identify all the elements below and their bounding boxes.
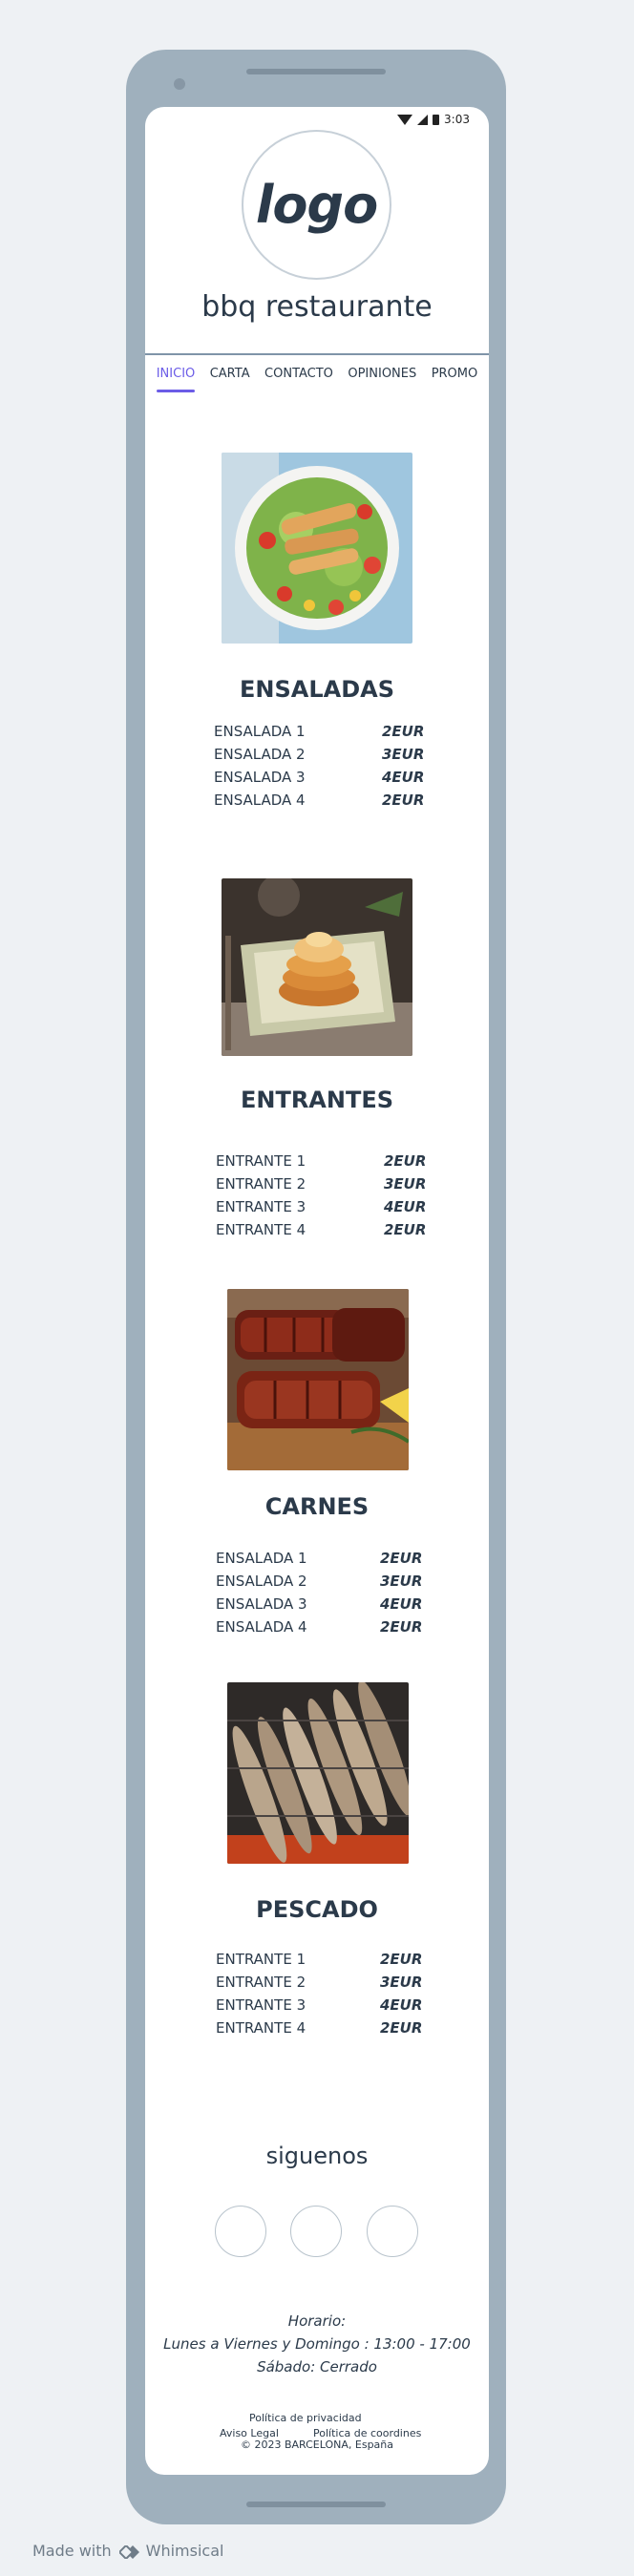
nav-item-promo[interactable]: PROMO — [432, 361, 478, 387]
menu-item: ENTRANTE 4 2EUR — [216, 1218, 426, 1241]
menu-list-ensaladas: ENSALADA 1 2EUR ENSALADA 2 3EUR ENSALADA 3… — [214, 720, 424, 812]
nav-item-opiniones[interactable]: OPINIONES — [348, 361, 416, 387]
social-button-2[interactable] — [290, 2206, 342, 2257]
menu-item: ENSALADA 1 2EUR — [214, 720, 424, 743]
menu-item-price: 2EUR — [380, 1550, 423, 1567]
speaker-bar — [246, 69, 386, 74]
menu-item: ENTRANTE 3 4EUR — [216, 1195, 426, 1218]
salad-photo — [222, 453, 412, 644]
menu-item-name: ENTRANTE 3 — [216, 1996, 306, 2014]
menu-item-price: 2EUR — [380, 2019, 423, 2037]
menu-item: ENSALADA 2 3EUR — [214, 743, 424, 766]
horario-title: Horario: — [287, 2312, 347, 2330]
section-title-pescado: PESCADO — [256, 1896, 378, 1923]
phone-screen: 3:03 logo bbq restaurante INICIO CARTA C… — [145, 107, 489, 2475]
menu-list-entrantes: ENTRANTE 1 2EUR ENTRANTE 2 3EUR ENTRANTE 3… — [216, 1150, 426, 1241]
menu-item-price: 2EUR — [384, 1221, 427, 1238]
menu-item-price: 4EUR — [382, 769, 425, 786]
menu-item: ENTRANTE 2 3EUR — [216, 1971, 426, 1994]
social-title: siguenos — [265, 2143, 369, 2169]
section-title-entrantes: ENTRANTES — [240, 1087, 394, 1113]
phone-frame: 3:03 logo bbq restaurante INICIO CARTA C… — [126, 50, 506, 2524]
menu-item-price: 3EUR — [380, 1573, 423, 1590]
section-title-ensaladas: ENSALADAS — [240, 676, 394, 703]
menu-item: ENTRANTE 1 2EUR — [216, 1948, 426, 1971]
menu-item: ENSALADA 3 4EUR — [214, 766, 424, 789]
section-title-carnes: CARNES — [264, 1493, 370, 1520]
menu-item: ENTRANTE 3 4EUR — [216, 1994, 426, 2016]
ribs-photo — [227, 1289, 409, 1470]
menu-item: ENSALADA 4 2EUR — [214, 789, 424, 812]
menu-item-name: ENSALADA 4 — [214, 792, 306, 809]
menu-item: ENTRANTE 1 2EUR — [216, 1150, 426, 1172]
nav-item-carta[interactable]: CARTA — [210, 361, 250, 387]
menu-item-name: ENSALADA 3 — [216, 1595, 307, 1613]
menu-item-price: 2EUR — [382, 792, 425, 809]
whimsical-logo-icon — [117, 2544, 139, 2560]
main-nav: INICIO CARTA CONTACTO OPINIONES PROMO — [145, 353, 489, 392]
made-with-label: Made with — [32, 2542, 112, 2560]
menu-item-price: 2EUR — [384, 1152, 427, 1170]
status-time: 3:03 — [444, 113, 470, 126]
social-button-1[interactable] — [215, 2206, 266, 2257]
menu-item-name: ENSALADA 4 — [216, 1618, 307, 1636]
menu-list-pescado: ENTRANTE 1 2EUR ENTRANTE 2 3EUR ENTRANTE 3… — [216, 1948, 426, 2039]
logo-text: logo — [255, 175, 378, 235]
menu-list-carnes: ENSALADA 1 2EUR ENSALADA 2 3EUR ENSALADA 3… — [216, 1547, 426, 1638]
menu-item-name: ENSALADA 2 — [214, 746, 306, 763]
menu-item-price: 4EUR — [380, 1996, 423, 2014]
menu-item-name: ENSALADA 3 — [214, 769, 306, 786]
menu-item: ENSALADA 4 2EUR — [216, 1615, 426, 1638]
menu-item-name: ENTRANTE 2 — [216, 1175, 306, 1193]
menu-item: ENSALADA 2 3EUR — [216, 1570, 426, 1593]
camera-dot — [174, 78, 185, 90]
menu-item-name: ENTRANTE 1 — [216, 1951, 306, 1968]
grilled-fish-photo — [227, 1682, 409, 1864]
logo[interactable]: logo — [242, 130, 391, 280]
menu-item-name: ENSALADA 1 — [216, 1550, 307, 1567]
menu-item: ENSALADA 3 4EUR — [216, 1593, 426, 1615]
menu-item: ENSALADA 1 2EUR — [216, 1547, 426, 1570]
menu-item-price: 3EUR — [382, 746, 425, 763]
battery-icon — [433, 114, 440, 125]
menu-item-price: 3EUR — [384, 1175, 427, 1193]
restaurant-name: bbq restaurante — [201, 290, 433, 324]
privacy-link[interactable]: Política de privacidad — [249, 2412, 362, 2424]
menu-item-price: 2EUR — [380, 1618, 423, 1636]
signal-icon — [417, 114, 429, 125]
horario-weekdays: Lunes a Viernes y Domingo : 13:00 - 17:0… — [163, 2335, 471, 2353]
starter-photo — [222, 878, 412, 1056]
copyright: © 2023 BARCELONA, España — [240, 2439, 394, 2451]
menu-item-name: ENSALADA 1 — [214, 723, 306, 740]
menu-item-price: 2EUR — [380, 1951, 423, 1968]
social-button-3[interactable] — [367, 2206, 418, 2257]
menu-item-name: ENTRANTE 2 — [216, 1974, 306, 1991]
menu-item-price: 3EUR — [380, 1974, 423, 1991]
menu-item: ENTRANTE 4 2EUR — [216, 2016, 426, 2039]
menu-item: ENTRANTE 2 3EUR — [216, 1172, 426, 1195]
menu-item-name: ENTRANTE 1 — [216, 1152, 306, 1170]
whimsical-brand: Whimsical — [145, 2542, 224, 2560]
whimsical-watermark[interactable]: Made with Whimsical — [32, 2542, 223, 2560]
horario-saturday: Sábado: Cerrado — [257, 2358, 377, 2375]
menu-item-price: 2EUR — [382, 723, 425, 740]
menu-item-name: ENTRANTE 3 — [216, 1198, 306, 1215]
menu-item-name: ENTRANTE 4 — [216, 2019, 306, 2037]
menu-item-price: 4EUR — [384, 1198, 427, 1215]
menu-item-price: 4EUR — [380, 1595, 423, 1613]
menu-item-name: ENTRANTE 4 — [216, 1221, 306, 1238]
home-indicator — [246, 2502, 386, 2507]
nav-item-inicio[interactable]: INICIO — [156, 361, 195, 392]
menu-item-name: ENSALADA 2 — [216, 1573, 307, 1590]
nav-item-contacto[interactable]: CONTACTO — [264, 361, 333, 387]
wifi-icon — [397, 114, 413, 125]
